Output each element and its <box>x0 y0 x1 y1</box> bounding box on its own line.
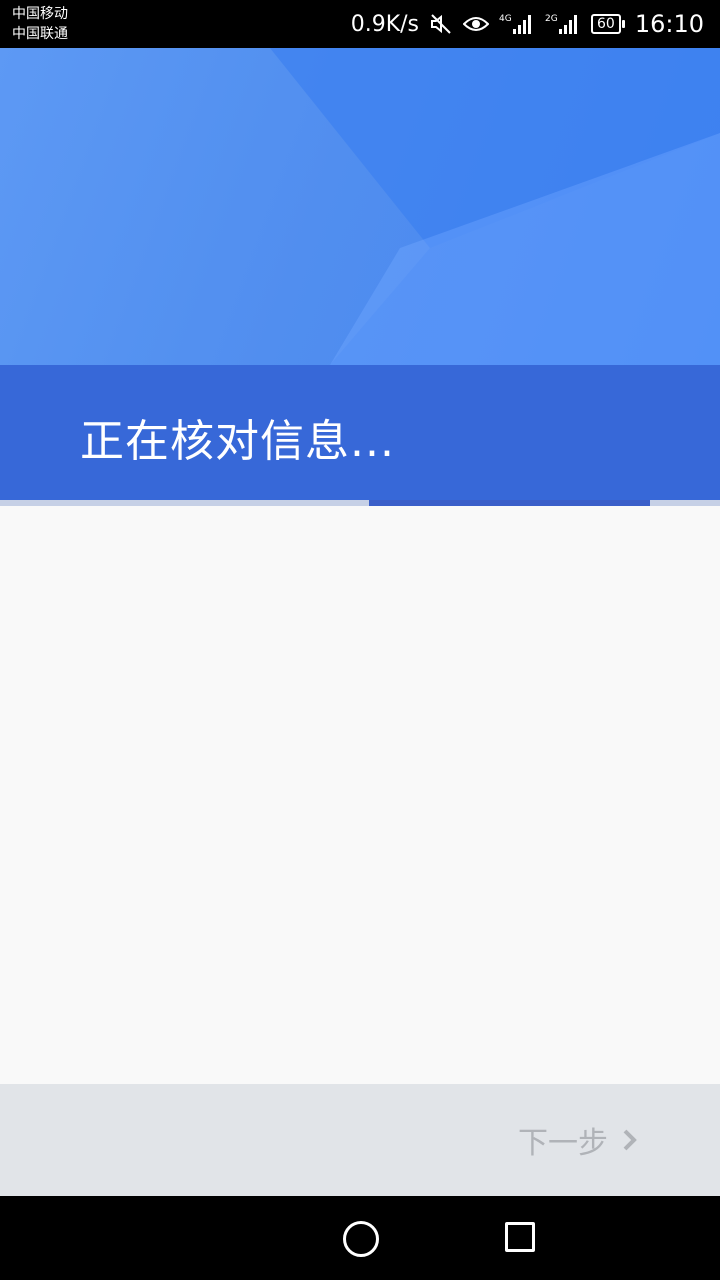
content-area <box>0 506 720 1084</box>
recent-apps-square-icon[interactable] <box>505 1222 535 1252</box>
eye-icon <box>463 14 489 34</box>
signal-1-label: 4G <box>499 14 512 24</box>
system-nav-bar <box>0 1196 720 1280</box>
signal-2g-icon: 2G <box>545 12 581 36</box>
page-title: 正在核对信息... <box>80 416 395 467</box>
battery-level: 60 <box>597 16 615 32</box>
status-bar: 中国移动 中国联通 0.9K/s 4G 2G 60 16:10 <box>0 0 720 48</box>
chevron-right-icon <box>622 1128 638 1152</box>
screen: 中国移动 中国联通 0.9K/s 4G 2G 60 16:10 正在核对信息..… <box>0 0 720 1280</box>
mute-icon <box>429 12 453 36</box>
title-band: 正在核对信息... <box>0 365 720 500</box>
status-indicators: 0.9K/s 4G 2G 60 16:10 <box>351 0 704 48</box>
carrier-2-label: 中国联通 <box>12 26 68 42</box>
bottom-action-bar: 下一步 <box>0 1084 720 1196</box>
home-circle-icon[interactable] <box>343 1221 379 1257</box>
header-decoration <box>0 48 720 365</box>
clock: 16:10 <box>634 10 704 38</box>
carrier-1-label: 中国移动 <box>12 6 68 22</box>
header-banner <box>0 48 720 365</box>
signal-4g-icon: 4G <box>499 12 535 36</box>
network-speed: 0.9K/s <box>350 11 419 37</box>
carrier-labels: 中国移动 中国联通 <box>12 4 68 44</box>
signal-2-label: 2G <box>545 14 558 24</box>
next-step-label: 下一步 <box>518 1126 608 1161</box>
battery-icon: 60 <box>591 14 625 34</box>
next-step-button[interactable]: 下一步 <box>518 1118 638 1162</box>
